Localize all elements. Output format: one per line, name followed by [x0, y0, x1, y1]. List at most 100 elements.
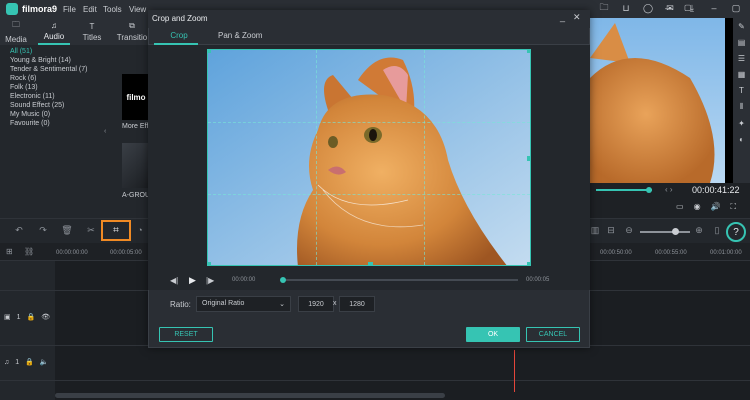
- playhead[interactable]: [514, 350, 515, 392]
- timeline-scrollbar[interactable]: [55, 393, 445, 398]
- text-icon[interactable]: T: [739, 86, 744, 95]
- category-my-music[interactable]: My Music (0): [10, 110, 140, 119]
- tab-crop[interactable]: Crop: [160, 31, 198, 40]
- crop-handle-right[interactable]: [527, 156, 530, 161]
- category-tender[interactable]: Tender & Sentimental (7): [10, 65, 140, 74]
- category-rock[interactable]: Rock (6): [10, 74, 140, 83]
- zoom-in-icon[interactable]: ⊕: [692, 223, 706, 237]
- ratio-select[interactable]: Original Ratio ⌄: [196, 296, 291, 312]
- cancel-button[interactable]: CANCEL: [526, 327, 580, 342]
- crop-button[interactable]: ⌗: [101, 220, 131, 241]
- cut-icon[interactable]: ✂: [84, 223, 98, 237]
- track-label: 1: [16, 313, 21, 321]
- download-icon[interactable]: ⤓: [686, 2, 698, 14]
- preview-scrub-knob[interactable]: [646, 187, 652, 193]
- minimize-icon[interactable]: –: [708, 2, 720, 14]
- category-folk[interactable]: Folk (13): [10, 83, 140, 92]
- preview-monitor: [590, 18, 750, 183]
- speed-icon[interactable]: ◔: [133, 223, 147, 237]
- audio-item-label: More Eff: [122, 123, 149, 130]
- mail-icon[interactable]: ✉: [664, 2, 676, 14]
- next-frame-icon[interactable]: |▶: [206, 276, 214, 285]
- dialog-tabs: [148, 28, 590, 45]
- add-track-icon[interactable]: ⊞: [6, 247, 13, 256]
- height-field[interactable]: 1280: [339, 296, 375, 312]
- edit-icon[interactable]: ✎: [738, 22, 745, 31]
- account-icon[interactable]: ◯: [642, 2, 654, 14]
- dialog-progress-track[interactable]: [282, 279, 518, 281]
- monitor-icon[interactable]: ▭: [676, 202, 684, 212]
- fit-icon[interactable]: ⊟: [604, 223, 618, 237]
- link-icon[interactable]: ⛓: [24, 247, 34, 256]
- speaker-icon[interactable]: 🔈: [40, 358, 49, 366]
- category-all[interactable]: All (51): [10, 47, 140, 56]
- category-favourite[interactable]: Favourite (0): [10, 119, 140, 128]
- crop-handle-top-left[interactable]: [208, 50, 211, 53]
- tab-titles[interactable]: T Titles: [76, 18, 108, 45]
- eye-icon[interactable]: 👁: [41, 313, 50, 321]
- menu-view[interactable]: View: [129, 5, 146, 14]
- reset-button[interactable]: RESET: [159, 327, 213, 342]
- preview-progress[interactable]: [596, 189, 652, 191]
- split-icon[interactable]: ⫴: [740, 102, 743, 112]
- crop-image[interactable]: [207, 49, 531, 266]
- fullscreen-icon[interactable]: ⛶: [731, 202, 737, 212]
- cart-icon[interactable]: ⊔: [620, 2, 632, 14]
- zoom-out-icon[interactable]: ⊖: [622, 223, 636, 237]
- snapshot-icon[interactable]: ◉: [694, 202, 701, 212]
- redo-icon[interactable]: ↷: [36, 223, 50, 237]
- crop-grid-line: [316, 50, 317, 265]
- lock-icon[interactable]: 🔒: [27, 313, 36, 321]
- tab-audio-label: Audio: [43, 31, 65, 41]
- width-field[interactable]: 1920: [298, 296, 334, 312]
- tab-pan-zoom[interactable]: Pan & Zoom: [218, 31, 262, 40]
- maximize-icon[interactable]: ▢: [730, 2, 742, 14]
- list-icon[interactable]: ☰: [738, 54, 745, 63]
- minimize-icon[interactable]: _: [560, 12, 565, 23]
- collapse-arrow-icon[interactable]: ‹: [104, 128, 106, 135]
- prev-marker-icon[interactable]: ‹ ›: [665, 185, 673, 194]
- close-icon[interactable]: ✕: [573, 12, 581, 23]
- folder-icon[interactable]: 🗀: [598, 2, 610, 14]
- transition-icon: ⧉: [129, 21, 135, 30]
- color-icon[interactable]: ◐: [739, 135, 744, 144]
- tab-transitions[interactable]: ⧉ Transitio: [116, 18, 148, 45]
- category-young-bright[interactable]: Young & Bright (14): [10, 56, 140, 65]
- undo-icon[interactable]: ↶: [12, 223, 26, 237]
- crop-handle-bottom-left[interactable]: [208, 262, 211, 265]
- prev-frame-icon[interactable]: ◀|: [170, 276, 178, 285]
- grid-icon[interactable]: ▦: [738, 70, 746, 79]
- dialog-progress-knob[interactable]: [280, 277, 286, 283]
- audio-thumb-agroup[interactable]: [122, 143, 150, 188]
- play-icon[interactable]: ▶: [189, 275, 196, 286]
- library-tabs: 🗀 Media ♫ Audio T Titles ⧉ Transitio: [0, 18, 150, 45]
- menu-edit[interactable]: Edit: [83, 5, 97, 14]
- crop-handle-bottom-right[interactable]: [527, 262, 530, 265]
- category-electronic[interactable]: Electronic (11): [10, 92, 140, 101]
- crop-handle-bottom[interactable]: [368, 262, 373, 265]
- crop-icon: ⌗: [113, 225, 119, 236]
- crop-handle-top-right[interactable]: [527, 50, 530, 53]
- ok-button[interactable]: OK: [466, 327, 520, 342]
- volume-icon[interactable]: 🔊: [711, 202, 721, 212]
- zoom-slider-knob[interactable]: [672, 228, 679, 235]
- text-icon: T: [89, 21, 95, 31]
- folder-icon: 🗀: [12, 20, 20, 29]
- ruler-tick: 00:00:05:00: [110, 250, 142, 256]
- menu-tools[interactable]: Tools: [103, 5, 122, 14]
- render-icon[interactable]: ▥: [588, 223, 602, 237]
- menu-file[interactable]: File: [63, 5, 76, 14]
- tab-transitions-label: Transitio: [116, 33, 148, 42]
- panel-icon[interactable]: ▯: [710, 223, 724, 237]
- fx-icon[interactable]: ✦: [738, 119, 745, 128]
- category-sound-effect[interactable]: Sound Effect (25): [10, 101, 140, 110]
- zoom-slider[interactable]: [640, 231, 690, 233]
- ruler-tick: 00:01:00:00: [710, 250, 742, 256]
- layers-icon[interactable]: ▤: [738, 38, 746, 47]
- delete-icon[interactable]: 🗑: [60, 223, 74, 237]
- tab-media[interactable]: 🗀 Media: [0, 18, 32, 45]
- help-button[interactable]: ?: [726, 222, 746, 242]
- audio-thumb-more-effects[interactable]: filmo: [122, 74, 150, 120]
- lock-icon[interactable]: 🔒: [25, 358, 34, 366]
- tab-audio[interactable]: ♫ Audio: [38, 18, 70, 45]
